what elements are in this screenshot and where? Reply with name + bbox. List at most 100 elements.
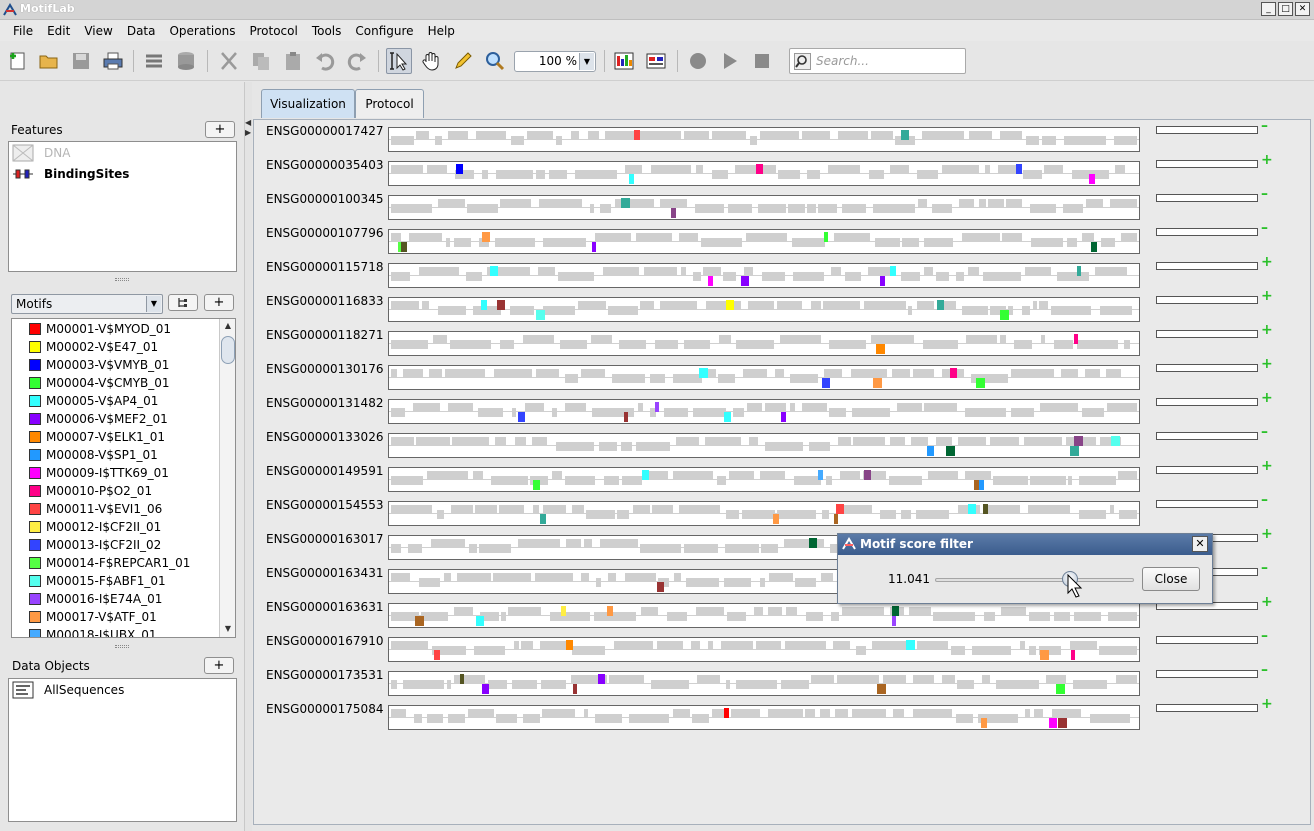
binding-site[interactable] xyxy=(979,480,984,490)
motif-color-swatch[interactable] xyxy=(29,431,41,443)
region-view-button[interactable] xyxy=(643,48,669,74)
binding-site[interactable] xyxy=(624,412,628,422)
binding-site[interactable] xyxy=(642,470,649,480)
maximize-button[interactable]: □ xyxy=(1278,2,1293,16)
motif-item[interactable]: M00012-I$CF2II_01 xyxy=(29,518,161,536)
binding-sites-track[interactable] xyxy=(388,637,1140,662)
strand-orientation-toggle[interactable]: – xyxy=(1261,560,1268,576)
binding-site[interactable] xyxy=(1000,310,1009,320)
main-splitter[interactable]: ◀ ▶ xyxy=(244,82,252,831)
scroll-down-icon[interactable]: ▼ xyxy=(220,622,235,636)
search-box[interactable] xyxy=(789,48,966,74)
strand-orientation-toggle[interactable]: + xyxy=(1261,356,1273,372)
binding-sites-track[interactable] xyxy=(388,399,1140,424)
binding-sites-track[interactable] xyxy=(388,161,1140,186)
zoom-tool-button[interactable] xyxy=(482,48,508,74)
add-data-object-button[interactable]: + xyxy=(204,657,234,674)
binding-site[interactable] xyxy=(592,242,596,252)
motif-item[interactable]: M00011-V$EVI1_06 xyxy=(29,500,162,518)
score-slider-track[interactable] xyxy=(935,578,1134,582)
binding-site[interactable] xyxy=(460,674,464,684)
sequence-row[interactable]: ENSG00000149591 + xyxy=(254,458,1310,495)
binding-site[interactable] xyxy=(724,708,729,718)
binding-site[interactable] xyxy=(1049,718,1057,728)
binding-site[interactable] xyxy=(726,300,734,310)
binding-site[interactable] xyxy=(818,470,823,480)
sequences-button[interactable] xyxy=(141,48,167,74)
binding-site[interactable] xyxy=(927,446,934,456)
binding-site[interactable] xyxy=(598,674,605,684)
binding-site[interactable] xyxy=(573,684,577,694)
tab-protocol[interactable]: Protocol xyxy=(355,89,424,118)
binding-sites-track[interactable] xyxy=(388,195,1140,220)
sequence-row[interactable]: ENSG00000115718 + xyxy=(254,254,1310,291)
motif-color-swatch[interactable] xyxy=(29,521,41,533)
binding-sites-track[interactable] xyxy=(388,229,1140,254)
strand-orientation-toggle[interactable]: + xyxy=(1261,390,1273,406)
motif-item[interactable]: M00009-I$TTK69_01 xyxy=(29,464,169,482)
motif-color-swatch[interactable] xyxy=(29,557,41,569)
menu-configure[interactable]: Configure xyxy=(348,24,420,38)
sequence-row[interactable]: ENSG00000154553 – xyxy=(254,492,1310,529)
menu-operations[interactable]: Operations xyxy=(162,24,242,38)
stop-button[interactable] xyxy=(749,48,775,74)
motif-tree-button[interactable] xyxy=(168,294,198,311)
strand-orientation-toggle[interactable]: + xyxy=(1261,594,1273,610)
draw-tool-button[interactable] xyxy=(450,48,476,74)
binding-site[interactable] xyxy=(456,164,463,174)
binding-site[interactable] xyxy=(877,684,886,694)
sequence-row[interactable]: ENSG00000118271 + xyxy=(254,322,1310,359)
binding-site[interactable] xyxy=(892,606,899,616)
motif-color-swatch[interactable] xyxy=(29,395,41,407)
sequence-row[interactable]: ENSG00000017427 – xyxy=(254,118,1310,155)
motif-item[interactable]: M00008-V$SP1_01 xyxy=(29,446,158,464)
select-tool-button[interactable] xyxy=(386,48,412,74)
close-window-button[interactable]: ✕ xyxy=(1295,2,1310,16)
binding-site[interactable] xyxy=(607,606,613,616)
paste-button[interactable] xyxy=(280,48,306,74)
sequence-row[interactable]: ENSG00000131482 + xyxy=(254,390,1310,427)
binding-site[interactable] xyxy=(968,504,976,514)
binding-sites-track[interactable] xyxy=(388,263,1140,288)
binding-sites-track[interactable] xyxy=(388,603,1140,628)
binding-site[interactable] xyxy=(937,300,944,310)
motif-item[interactable]: M00013-I$CF2II_02 xyxy=(29,536,161,554)
redo-button[interactable] xyxy=(344,48,370,74)
binding-site[interactable] xyxy=(950,368,957,378)
data-object-allsequences[interactable]: AllSequences xyxy=(12,680,124,700)
binding-sites-track[interactable] xyxy=(388,705,1140,730)
binding-site[interactable] xyxy=(482,232,490,242)
motif-item[interactable]: M00016-I$E74A_01 xyxy=(29,590,162,608)
motif-color-swatch[interactable] xyxy=(29,377,41,389)
sequence-row[interactable]: ENSG00000107796 – xyxy=(254,220,1310,257)
binding-site[interactable] xyxy=(621,198,630,208)
expand-right-icon[interactable]: ▶ xyxy=(245,128,251,137)
binding-site[interactable] xyxy=(976,378,985,388)
binding-site[interactable] xyxy=(1070,446,1079,456)
zoom-level-select[interactable]: 100 % ▼ xyxy=(514,51,596,72)
binding-site[interactable] xyxy=(561,606,566,616)
copy-button[interactable] xyxy=(248,48,274,74)
sequence-row[interactable]: ENSG00000100345 – xyxy=(254,186,1310,223)
binding-site[interactable] xyxy=(490,266,498,276)
motif-item[interactable]: M00001-V$MYOD_01 xyxy=(29,320,171,338)
motif-item[interactable]: M00017-V$ATF_01 xyxy=(29,608,157,626)
menu-edit[interactable]: Edit xyxy=(40,24,77,38)
binding-sites-track[interactable] xyxy=(388,365,1140,390)
record-button[interactable] xyxy=(685,48,711,74)
search-input[interactable] xyxy=(816,52,962,70)
binding-site[interactable] xyxy=(873,378,882,388)
motifs-splitter[interactable] xyxy=(115,645,129,648)
binding-site[interactable] xyxy=(824,232,828,242)
binding-site[interactable] xyxy=(481,300,487,310)
binding-site[interactable] xyxy=(482,684,489,694)
binding-site[interactable] xyxy=(1111,436,1120,446)
strand-orientation-toggle[interactable]: – xyxy=(1261,492,1268,508)
menu-data[interactable]: Data xyxy=(120,24,163,38)
binding-site[interactable] xyxy=(901,130,909,140)
binding-site[interactable] xyxy=(1074,334,1078,344)
run-button[interactable] xyxy=(717,48,743,74)
binding-site[interactable] xyxy=(724,412,731,422)
add-motif-button[interactable]: + xyxy=(204,294,234,311)
print-button[interactable] xyxy=(100,48,126,74)
